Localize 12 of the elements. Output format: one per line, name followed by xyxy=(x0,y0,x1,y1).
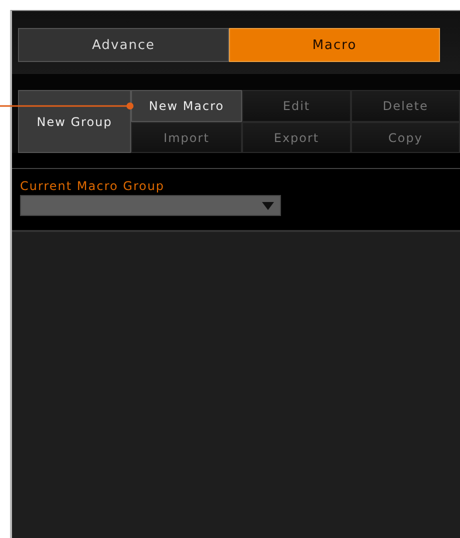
caret-icon xyxy=(262,202,274,210)
tab[interactable]: Macro xyxy=(229,28,440,62)
new-group-button[interactable]: New Group xyxy=(18,90,131,153)
toolbar-button[interactable]: Edit xyxy=(242,90,351,122)
toolbar-button[interactable]: Import xyxy=(131,122,242,153)
tab[interactable]: Advance xyxy=(18,28,229,62)
toolbar-button[interactable]: Copy xyxy=(351,122,460,153)
group-dropdown[interactable] xyxy=(20,195,281,216)
toolbar-button[interactable]: New Macro xyxy=(131,90,242,122)
toolbar-button[interactable]: Delete xyxy=(351,90,460,122)
toolbar-button[interactable]: Export xyxy=(242,122,351,153)
field-label: Current Macro Group xyxy=(20,179,165,193)
